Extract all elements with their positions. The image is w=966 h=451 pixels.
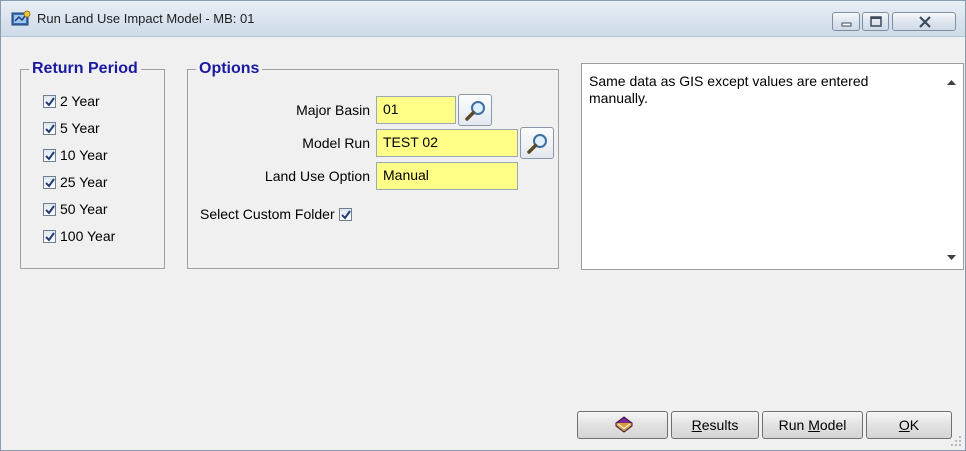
checkbox-label: 10 Year (60, 147, 108, 163)
results-mnemonic: R (691, 417, 702, 433)
land-use-option-value: Manual (383, 167, 429, 183)
model-run-label: Model Run (302, 135, 370, 151)
magnifier-icon (465, 101, 485, 121)
model-run-lookup-button[interactable] (520, 127, 554, 159)
ok-label: K (909, 417, 920, 433)
custom-folder-label: Select Custom Folder (200, 206, 335, 222)
dialog-window: Run Land Use Impact Model - MB: 01 Retur… (0, 0, 966, 451)
major-basin-label: Major Basin (296, 102, 370, 118)
checkmark-icon (340, 209, 351, 220)
return-period-100-year[interactable]: 100 Year (43, 226, 115, 246)
scroll-down-icon[interactable] (946, 252, 957, 262)
app-icon (11, 10, 31, 27)
custom-folder-row[interactable]: Select Custom Folder (200, 206, 356, 222)
run-model-button[interactable]: Run Model (762, 411, 863, 439)
options-legend: Options (196, 60, 263, 78)
run-model-prefix: Run (778, 417, 809, 433)
land-use-option-label: Land Use Option (264, 168, 370, 184)
model-run-value: TEST 02 (383, 134, 438, 150)
return-period-10-year[interactable]: 10 Year (43, 145, 108, 165)
options-group: Options Major Basin 01 Model Run TEST 02… (187, 60, 559, 269)
window-title: Run Land Use Impact Model - MB: 01 (37, 11, 255, 26)
checkmark-icon (45, 150, 55, 161)
description-text: Same data as GIS except values are enter… (589, 73, 869, 106)
return-period-legend: Return Period (29, 60, 141, 78)
maximize-icon (870, 16, 882, 27)
resize-grip-icon[interactable] (949, 434, 963, 448)
ok-mnemonic: O (898, 417, 910, 433)
checkmark-icon (45, 231, 55, 242)
checkbox-label: 50 Year (60, 201, 108, 217)
run-model-mnemonic: M (808, 417, 820, 433)
title-bar[interactable]: Run Land Use Impact Model - MB: 01 (1, 1, 965, 37)
results-button[interactable]: Results (671, 411, 759, 439)
checkbox[interactable] (43, 202, 56, 216)
ok-button[interactable]: OK (866, 411, 952, 439)
custom-folder-checkbox[interactable] (338, 207, 352, 221)
checkmark-icon (45, 204, 55, 215)
magnifier-icon (527, 134, 547, 154)
close-button[interactable] (892, 12, 956, 31)
checkbox-label: 2 Year (60, 93, 100, 109)
checkbox-label: 5 Year (60, 120, 100, 136)
land-use-option-field[interactable]: Manual (376, 162, 518, 190)
return-period-25-year[interactable]: 25 Year (43, 172, 108, 192)
minimize-button[interactable] (832, 12, 860, 31)
return-period-2-year[interactable]: 2 Year (43, 91, 100, 111)
minimize-icon (841, 22, 852, 27)
close-icon (919, 16, 931, 28)
major-basin-lookup-button[interactable] (458, 94, 492, 126)
run-model-label: odel (819, 417, 847, 433)
checkmark-icon (45, 177, 55, 188)
maximize-button[interactable] (862, 12, 889, 31)
model-run-field[interactable]: TEST 02 (376, 129, 518, 157)
checkbox-label: 100 Year (60, 228, 116, 244)
checkbox[interactable] (43, 94, 56, 108)
major-basin-value: 01 (383, 101, 399, 117)
return-period-5-year[interactable]: 5 Year (43, 118, 100, 138)
return-period-group: Return Period 2 Year 5 Year 10 Year 25 Y… (20, 60, 165, 269)
help-button[interactable] (577, 411, 668, 439)
checkbox[interactable] (43, 148, 56, 162)
results-label: esults (701, 417, 739, 433)
checkmark-icon (45, 123, 55, 134)
checkbox[interactable] (43, 175, 56, 189)
book-icon (615, 416, 633, 433)
description-textbox[interactable]: Same data as GIS except values are enter… (581, 63, 964, 270)
major-basin-field[interactable]: 01 (376, 96, 456, 124)
checkbox[interactable] (43, 121, 56, 135)
return-period-50-year[interactable]: 50 Year (43, 199, 108, 219)
checkmark-icon (45, 96, 55, 107)
scroll-up-icon[interactable] (946, 78, 957, 88)
checkbox[interactable] (43, 229, 56, 243)
checkbox-label: 25 Year (60, 174, 108, 190)
